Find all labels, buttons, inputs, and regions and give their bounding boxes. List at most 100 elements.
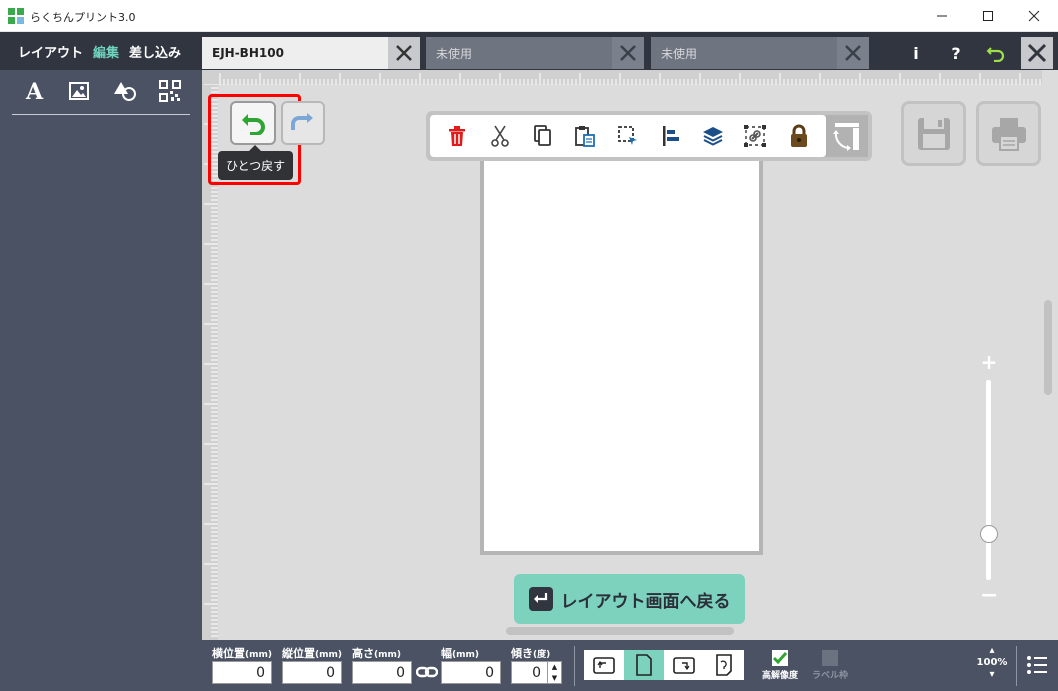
angle-label: 傾き(度) — [511, 647, 551, 660]
undo-icon — [242, 114, 265, 135]
menu-button[interactable] — [1024, 650, 1050, 680]
zoom-out-button[interactable]: − — [980, 585, 998, 607]
tab-close-button[interactable] — [612, 37, 644, 69]
printer-icon — [991, 117, 1026, 151]
minimize-icon — [937, 15, 947, 17]
rotate-180-icon — [716, 654, 732, 676]
mode-tab-merge[interactable]: 差し込み — [129, 42, 181, 61]
width-input[interactable] — [441, 661, 501, 684]
zoom-down-icon[interactable]: ▾ — [975, 669, 1009, 681]
window-close-button[interactable] — [1011, 0, 1057, 32]
height-input[interactable] — [352, 661, 412, 684]
mode-tab-edit[interactable]: 編集 — [93, 42, 119, 61]
window-title: らくちんプリント3.0 — [30, 11, 136, 24]
angle-input[interactable] — [511, 661, 548, 684]
qrcode-icon[interactable] — [159, 80, 182, 106]
minimize-button[interactable] — [919, 0, 965, 32]
insert-tools: A — [12, 78, 192, 108]
label-frame-option: ラベル枠 — [812, 650, 848, 681]
zoom-level-label: 100% — [976, 657, 1008, 668]
x-position-input[interactable] — [212, 661, 272, 684]
properties-divider — [574, 646, 575, 686]
help-button[interactable]: ? — [940, 37, 972, 69]
save-icon — [917, 117, 950, 150]
label-paper[interactable] — [480, 150, 763, 555]
undo-icon — [986, 47, 1005, 62]
zoom-level-control[interactable]: ▴ 100% ▾ — [975, 645, 1009, 681]
high-resolution-option[interactable]: 高解像度 — [762, 650, 798, 681]
y-position-input[interactable] — [282, 661, 342, 684]
shape-icon[interactable] — [112, 80, 138, 106]
group-icon[interactable] — [741, 121, 771, 151]
close-icon — [396, 45, 412, 61]
maximize-icon — [983, 11, 993, 21]
cut-icon[interactable] — [485, 121, 515, 151]
stepper-up-icon[interactable]: ▲ — [552, 663, 557, 671]
menu-divider — [1016, 646, 1017, 686]
close-icon — [1028, 10, 1040, 22]
rotate-right-button[interactable] — [664, 650, 704, 680]
high-resolution-checkbox[interactable] — [772, 650, 788, 666]
high-resolution-label: 高解像度 — [762, 671, 799, 681]
tab-label: 未使用 — [661, 46, 698, 61]
image-icon[interactable] — [68, 80, 90, 106]
tab-document-2[interactable]: 未使用 — [426, 37, 644, 69]
tab-close-button[interactable] — [837, 37, 869, 69]
close-icon — [1027, 43, 1047, 63]
mode-tab-layout[interactable]: レイアウト — [18, 42, 83, 61]
rotate-left-button[interactable] — [584, 650, 624, 680]
label-frame-label: ラベル枠 — [812, 671, 849, 681]
paste-icon[interactable] — [570, 121, 600, 151]
close-icon — [620, 45, 636, 61]
maximize-button[interactable] — [965, 0, 1011, 32]
link-ratio-icon[interactable] — [415, 664, 439, 680]
copy-icon[interactable] — [528, 121, 558, 151]
back-to-layout-button[interactable]: レイアウト画面へ戻る — [514, 574, 745, 624]
undo-button[interactable] — [230, 101, 276, 145]
x-position-label: 横位置(mm) — [212, 647, 272, 660]
lock-icon[interactable] — [784, 121, 814, 151]
zoom-up-icon[interactable]: ▴ — [975, 645, 1009, 657]
height-label: 高さ(mm) — [352, 647, 401, 660]
zoom-slider-thumb[interactable] — [980, 525, 998, 543]
zoom-in-button[interactable]: + — [980, 352, 998, 372]
redo-button[interactable] — [281, 101, 325, 145]
svg-text:A: A — [25, 79, 44, 103]
print-button[interactable] — [976, 101, 1041, 166]
rotate-180-button[interactable] — [704, 650, 744, 680]
close-document-button[interactable] — [1021, 37, 1053, 69]
layers-icon[interactable] — [698, 121, 728, 151]
sidebar — [0, 32, 202, 691]
text-icon[interactable]: A — [23, 79, 47, 107]
tab-document-1[interactable]: EJH-BH100 — [202, 37, 420, 69]
align-left-icon[interactable] — [656, 121, 686, 151]
redo-icon — [291, 113, 313, 130]
orientation-group — [584, 650, 744, 680]
undo-header-button[interactable] — [980, 37, 1012, 69]
save-button[interactable] — [901, 101, 966, 166]
width-label: 幅(mm) — [441, 647, 479, 660]
horizontal-scrollbar[interactable] — [506, 627, 734, 635]
angle-stepper[interactable]: ▲ ▼ — [548, 661, 562, 684]
rotate-left-icon — [593, 657, 615, 674]
tab-close-button[interactable] — [388, 37, 420, 69]
stepper-down-icon[interactable]: ▼ — [552, 674, 557, 682]
tab-label: EJH-BH100 — [212, 46, 284, 60]
tab-document-3[interactable]: 未使用 — [651, 37, 869, 69]
portrait-icon — [636, 654, 652, 676]
label-frame-checkbox — [822, 650, 838, 666]
select-area-icon[interactable] — [613, 121, 643, 151]
zoom-slider-track[interactable] — [986, 380, 991, 580]
edit-toolbar-buttons — [430, 115, 826, 157]
rotate-toolbar-button[interactable] — [826, 115, 868, 157]
close-icon — [845, 45, 861, 61]
delete-icon[interactable] — [442, 121, 472, 151]
return-icon — [528, 587, 553, 611]
rotate-right-icon — [673, 657, 695, 674]
vertical-scrollbar[interactable] — [1044, 300, 1052, 395]
title-bar — [0, 0, 1058, 32]
tab-label: 未使用 — [436, 46, 473, 61]
checkmark-icon — [772, 652, 788, 665]
portrait-button[interactable] — [624, 650, 664, 680]
info-button[interactable]: i — [900, 37, 932, 69]
